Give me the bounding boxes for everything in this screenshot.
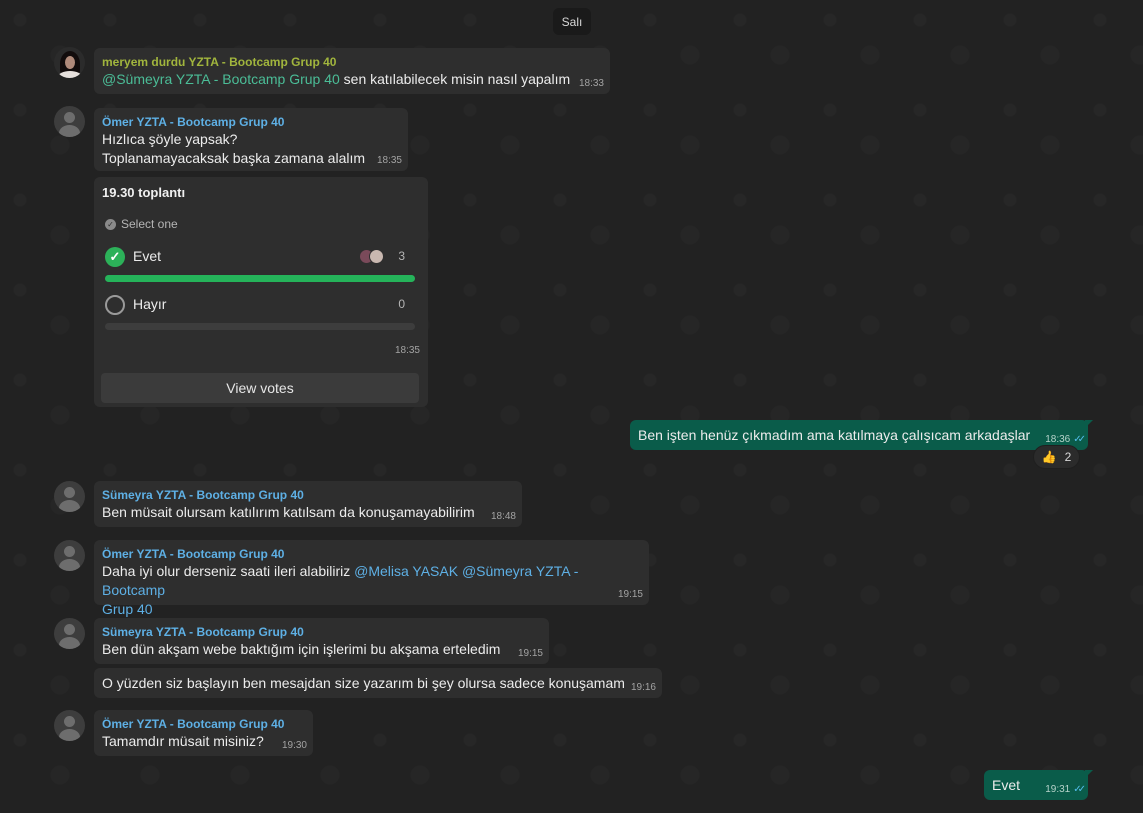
avatar-omer[interactable] xyxy=(54,106,85,137)
message-text: Ben dün akşam webe baktığım için işlerim… xyxy=(102,641,501,657)
reaction-count: 2 xyxy=(1064,450,1072,464)
double-check-icon: ✓✓ xyxy=(1073,434,1086,445)
sender-name[interactable]: meryem durdu YZTA - Bootcamp Grup 40 xyxy=(102,54,602,70)
checkmark-icon[interactable]: ✓ xyxy=(105,247,125,267)
thumbs-up-icon: 👍 xyxy=(1041,450,1057,464)
message-bubble[interactable]: Ömer YZTA - Bootcamp Grup 40 Tamamdır mü… xyxy=(94,710,313,756)
message-bubble[interactable]: meryem durdu YZTA - Bootcamp Grup 40 @Sü… xyxy=(94,48,610,94)
voter-avatar xyxy=(369,249,384,264)
check-circle-icon: ✓ xyxy=(105,218,116,230)
outgoing-message-bubble[interactable]: Evet 19:31 ✓✓ xyxy=(984,770,1088,800)
avatar-sumeyra[interactable] xyxy=(54,481,85,512)
poll-card: 19.30 toplantı ✓ Select one ✓ Evet 3 Hay… xyxy=(94,177,428,407)
mention[interactable]: @Melisa YASAK xyxy=(354,563,458,579)
message-text: Ben müsait olursam katılırım katılsam da… xyxy=(102,504,475,520)
default-avatar-icon xyxy=(64,546,75,557)
sender-name[interactable]: Ömer YZTA - Bootcamp Grup 40 xyxy=(102,546,641,562)
message-text: Tamamdır müsait misiniz? xyxy=(102,733,264,749)
default-avatar-body xyxy=(59,559,80,571)
default-avatar-icon xyxy=(64,487,75,498)
avatar-meryem[interactable] xyxy=(54,47,85,78)
poll-progress-track xyxy=(105,275,415,282)
message-time: 19:16 xyxy=(630,682,656,693)
message-time: 19:15 xyxy=(617,589,643,600)
poll-option-hayir[interactable]: Hayır 0 xyxy=(105,295,415,335)
poll-question: 19.30 toplantı xyxy=(102,185,186,200)
message-line: Toplanamayacaksak başka zamana alalım xyxy=(102,150,366,166)
message-time: 19:31 ✓✓ xyxy=(1045,784,1086,795)
message-time: 19:30 xyxy=(281,740,307,751)
default-avatar-body xyxy=(59,637,80,649)
message-bubble[interactable]: O yüzden siz başlayın ben mesajdan size … xyxy=(94,668,662,698)
voter-avatars xyxy=(357,247,387,267)
message-bubble[interactable]: Ömer YZTA - Bootcamp Grup 40 Daha iyi ol… xyxy=(94,540,649,617)
default-avatar-body xyxy=(59,125,80,137)
time-text: 18:36 xyxy=(1045,434,1071,445)
mention[interactable]: Grup 40 xyxy=(102,600,641,619)
avatar-omer[interactable] xyxy=(54,710,85,741)
bubble-tail xyxy=(1085,420,1093,428)
message-bubble[interactable]: Ömer YZTA - Bootcamp Grup 40 Hızlıca şöy… xyxy=(94,108,408,171)
poll-option-label: Hayır xyxy=(133,296,167,312)
sender-name[interactable]: Ömer YZTA - Bootcamp Grup 40 xyxy=(102,716,305,732)
outgoing-message-bubble[interactable]: Ben işten henüz çıkmadım ama katılmaya ç… xyxy=(630,420,1088,450)
message-body: Daha iyi olur derseniz saati ileri alabi… xyxy=(102,563,355,579)
radio-circle-icon[interactable] xyxy=(105,295,125,315)
message-body: sen katılabilecek misin nasıl yapalım xyxy=(339,71,571,87)
message-time: 18:36 ✓✓ xyxy=(1045,434,1086,445)
poll-option-evet[interactable]: ✓ Evet 3 xyxy=(105,247,415,287)
sender-name[interactable]: Ömer YZTA - Bootcamp Grup 40 xyxy=(102,114,400,130)
avatar-shirt xyxy=(58,71,82,78)
poll-progress-fill xyxy=(105,275,415,282)
double-check-icon: ✓✓ xyxy=(1073,784,1086,795)
message-text: O yüzden siz başlayın ben mesajdan size … xyxy=(102,675,625,691)
reaction-badge[interactable]: 👍 2 xyxy=(1033,445,1080,469)
sender-name[interactable]: Sümeyra YZTA - Bootcamp Grup 40 xyxy=(102,624,541,640)
poll-vote-count: 3 xyxy=(398,249,405,263)
message-time: 18:35 xyxy=(376,155,402,166)
message-text: Daha iyi olur derseniz saati ileri alabi… xyxy=(102,562,641,600)
default-avatar-icon xyxy=(64,112,75,123)
message-time: 19:15 xyxy=(517,648,543,659)
message-bubble[interactable]: Sümeyra YZTA - Bootcamp Grup 40 Ben dün … xyxy=(94,618,549,664)
message-bubble[interactable]: Sümeyra YZTA - Bootcamp Grup 40 Ben müsa… xyxy=(94,481,522,527)
time-text: 19:31 xyxy=(1045,784,1071,795)
poll-time: 18:35 xyxy=(394,345,420,356)
message-text: @Sümeyra YZTA - Bootcamp Grup 40 sen kat… xyxy=(102,70,602,89)
default-avatar-body xyxy=(59,729,80,741)
default-avatar-icon xyxy=(64,624,75,635)
poll-progress-track xyxy=(105,323,415,330)
default-avatar-body xyxy=(59,500,80,512)
poll-instruction-text: Select one xyxy=(121,217,178,231)
bubble-tail xyxy=(1085,770,1093,778)
date-separator: Salı xyxy=(553,8,591,35)
mention[interactable]: @Sümeyra YZTA - Bootcamp Grup 40 xyxy=(102,71,340,87)
sender-name[interactable]: Sümeyra YZTA - Bootcamp Grup 40 xyxy=(102,487,514,503)
avatar-omer[interactable] xyxy=(54,540,85,571)
avatar-sumeyra[interactable] xyxy=(54,618,85,649)
message-time: 18:48 xyxy=(490,511,516,522)
avatar-face xyxy=(65,56,75,69)
message-text: Ben işten henüz çıkmadım ama katılmaya ç… xyxy=(638,427,1031,443)
poll-instruction: ✓ Select one xyxy=(105,217,178,231)
view-votes-button[interactable]: View votes xyxy=(101,373,419,403)
message-line: Hızlıca şöyle yapsak? xyxy=(102,131,238,147)
poll-vote-count: 0 xyxy=(398,297,405,311)
default-avatar-icon xyxy=(64,716,75,727)
poll-option-label: Evet xyxy=(133,248,162,264)
message-time: 18:33 xyxy=(578,78,604,89)
